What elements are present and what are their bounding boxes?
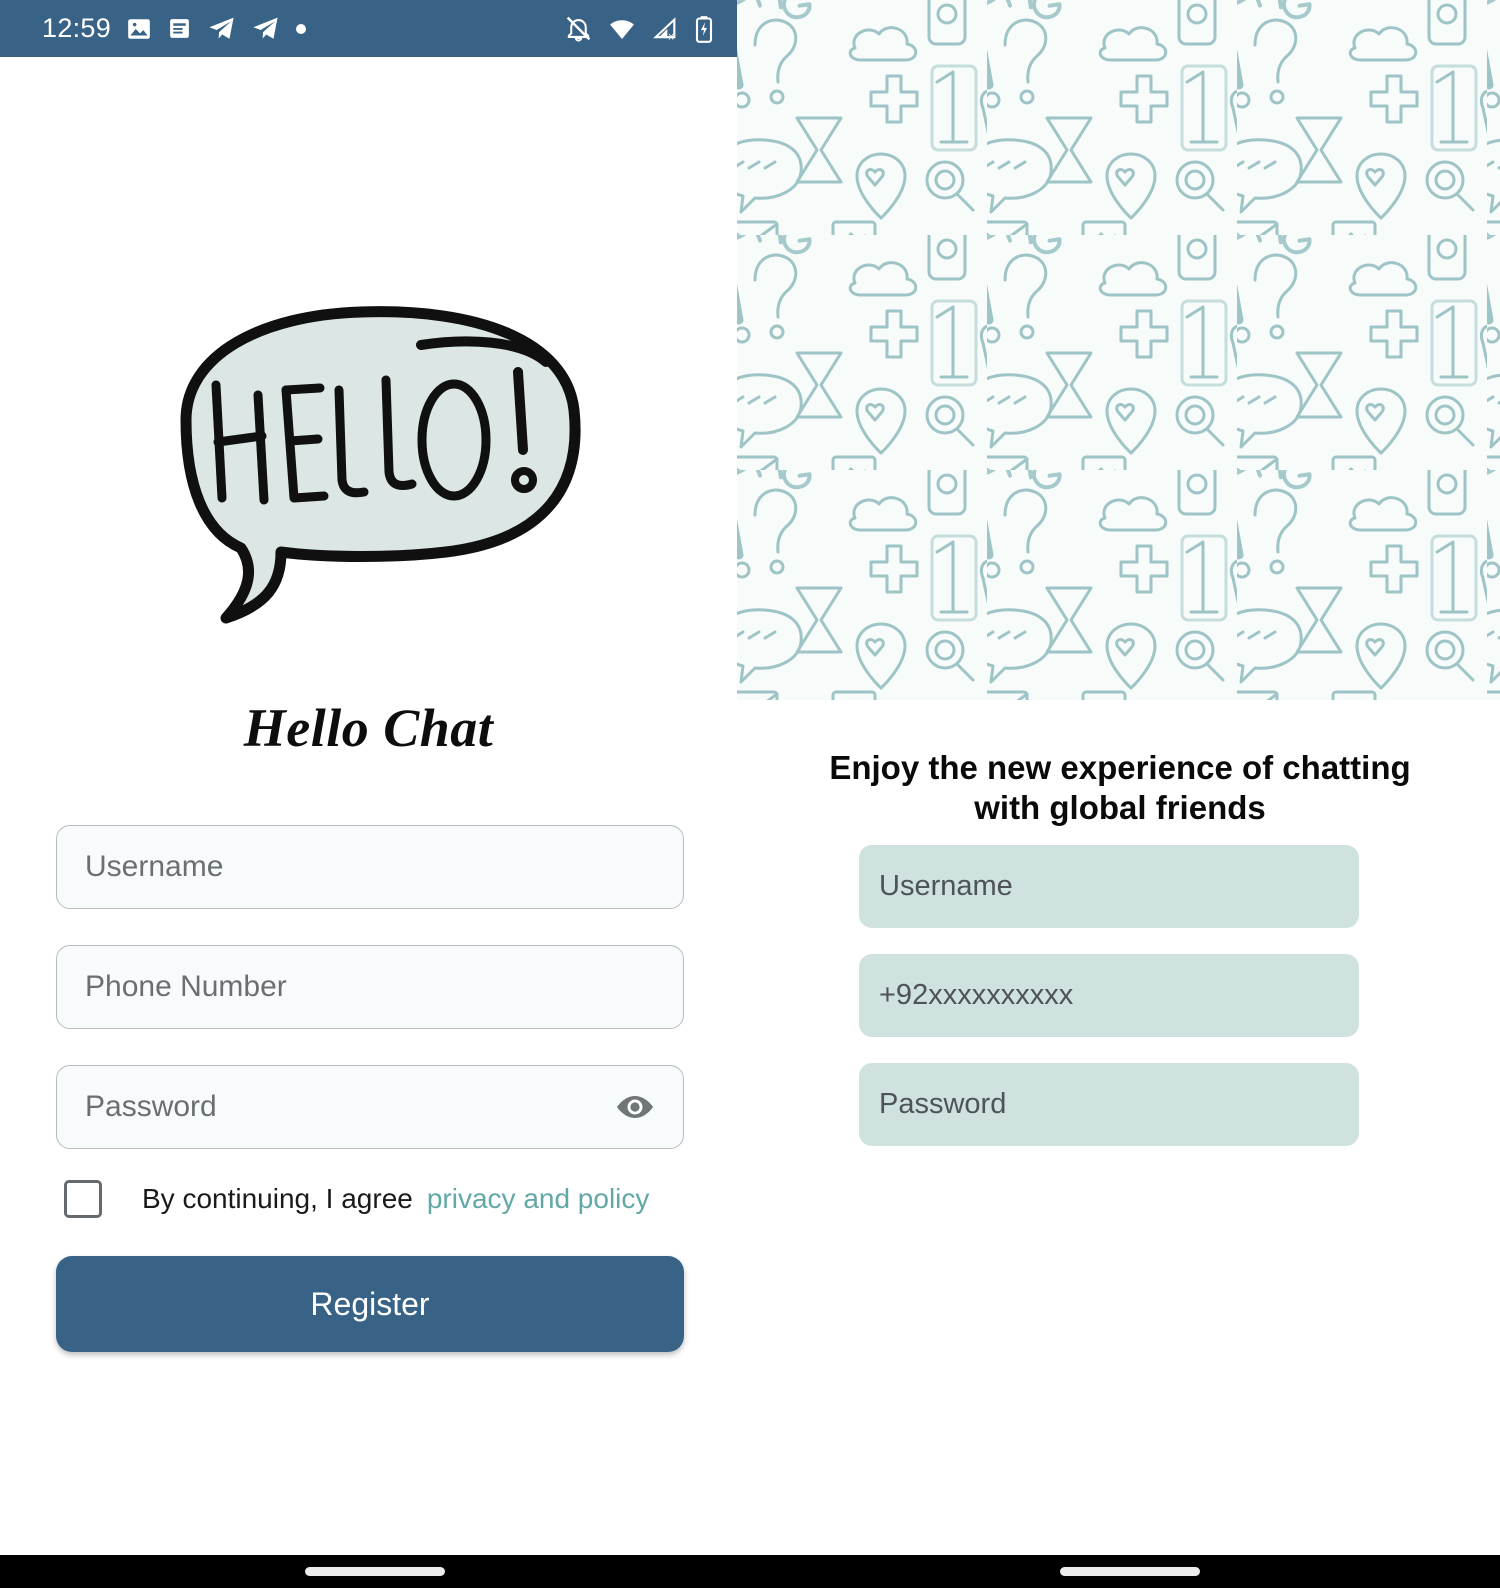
page-title: Hello Chat <box>243 698 494 758</box>
doodle-pattern-banner <box>737 0 1500 700</box>
dot-icon <box>295 23 307 35</box>
agreement-text: By continuing, I agree <box>142 1183 413 1214</box>
register-form: Username Phone Number Password <box>56 825 684 1185</box>
notifications-muted-icon <box>564 14 593 43</box>
wifi-icon <box>607 14 637 44</box>
right-panel-preview: Enjoy the new experience of chatting wit… <box>737 0 1500 1555</box>
status-bar-right-group: x <box>564 14 715 44</box>
phone-input[interactable]: +92xxxxxxxxxx <box>859 954 1359 1037</box>
status-bar-left-group: 12:59 <box>42 14 307 43</box>
eye-icon[interactable] <box>613 1090 657 1124</box>
phone-placeholder: +92xxxxxxxxxx <box>879 979 1074 1011</box>
phone-placeholder: Phone Number <box>85 970 287 1003</box>
home-indicator-right[interactable] <box>1060 1567 1200 1576</box>
hello-speech-bubble-logo <box>0 300 737 630</box>
register-button[interactable]: Register <box>56 1256 684 1352</box>
username-placeholder: Username <box>879 870 1013 902</box>
telegram-icon <box>251 14 280 43</box>
password-placeholder: Password <box>879 1088 1007 1120</box>
news-icon <box>167 16 192 41</box>
username-input[interactable]: Username <box>859 845 1359 928</box>
system-navigation-bar <box>0 1555 1500 1588</box>
telegram-icon <box>207 14 236 43</box>
left-panel-register-form: 12:59 x Hello Chat Username Phone Number… <box>0 0 737 1555</box>
phone-input[interactable]: Phone Number <box>56 945 684 1029</box>
battery-charging-icon <box>693 15 715 43</box>
username-input[interactable]: Username <box>56 825 684 909</box>
password-placeholder: Password <box>85 1090 217 1123</box>
agreement-row: By continuing, I agree privacy and polic… <box>64 1180 649 1218</box>
headline-text: Enjoy the new experience of chatting wit… <box>829 749 1411 827</box>
image-icon <box>126 16 152 42</box>
status-bar-clock: 12:59 <box>42 13 112 43</box>
password-input[interactable]: Password <box>56 1065 684 1149</box>
password-input[interactable]: Password <box>859 1063 1359 1146</box>
app-screen: 12:59 x Hello Chat Username Phone Number… <box>0 0 1500 1588</box>
agreement-checkbox[interactable] <box>64 1180 102 1218</box>
svg-text:x: x <box>669 30 675 42</box>
status-bar: 12:59 x <box>0 0 737 57</box>
privacy-policy-link[interactable]: privacy and policy <box>427 1185 650 1213</box>
preview-form: Username +92xxxxxxxxxx Password <box>859 845 1359 1172</box>
no-sim-signal-icon: x <box>651 15 679 43</box>
home-indicator-left[interactable] <box>305 1567 445 1576</box>
username-placeholder: Username <box>85 850 224 883</box>
